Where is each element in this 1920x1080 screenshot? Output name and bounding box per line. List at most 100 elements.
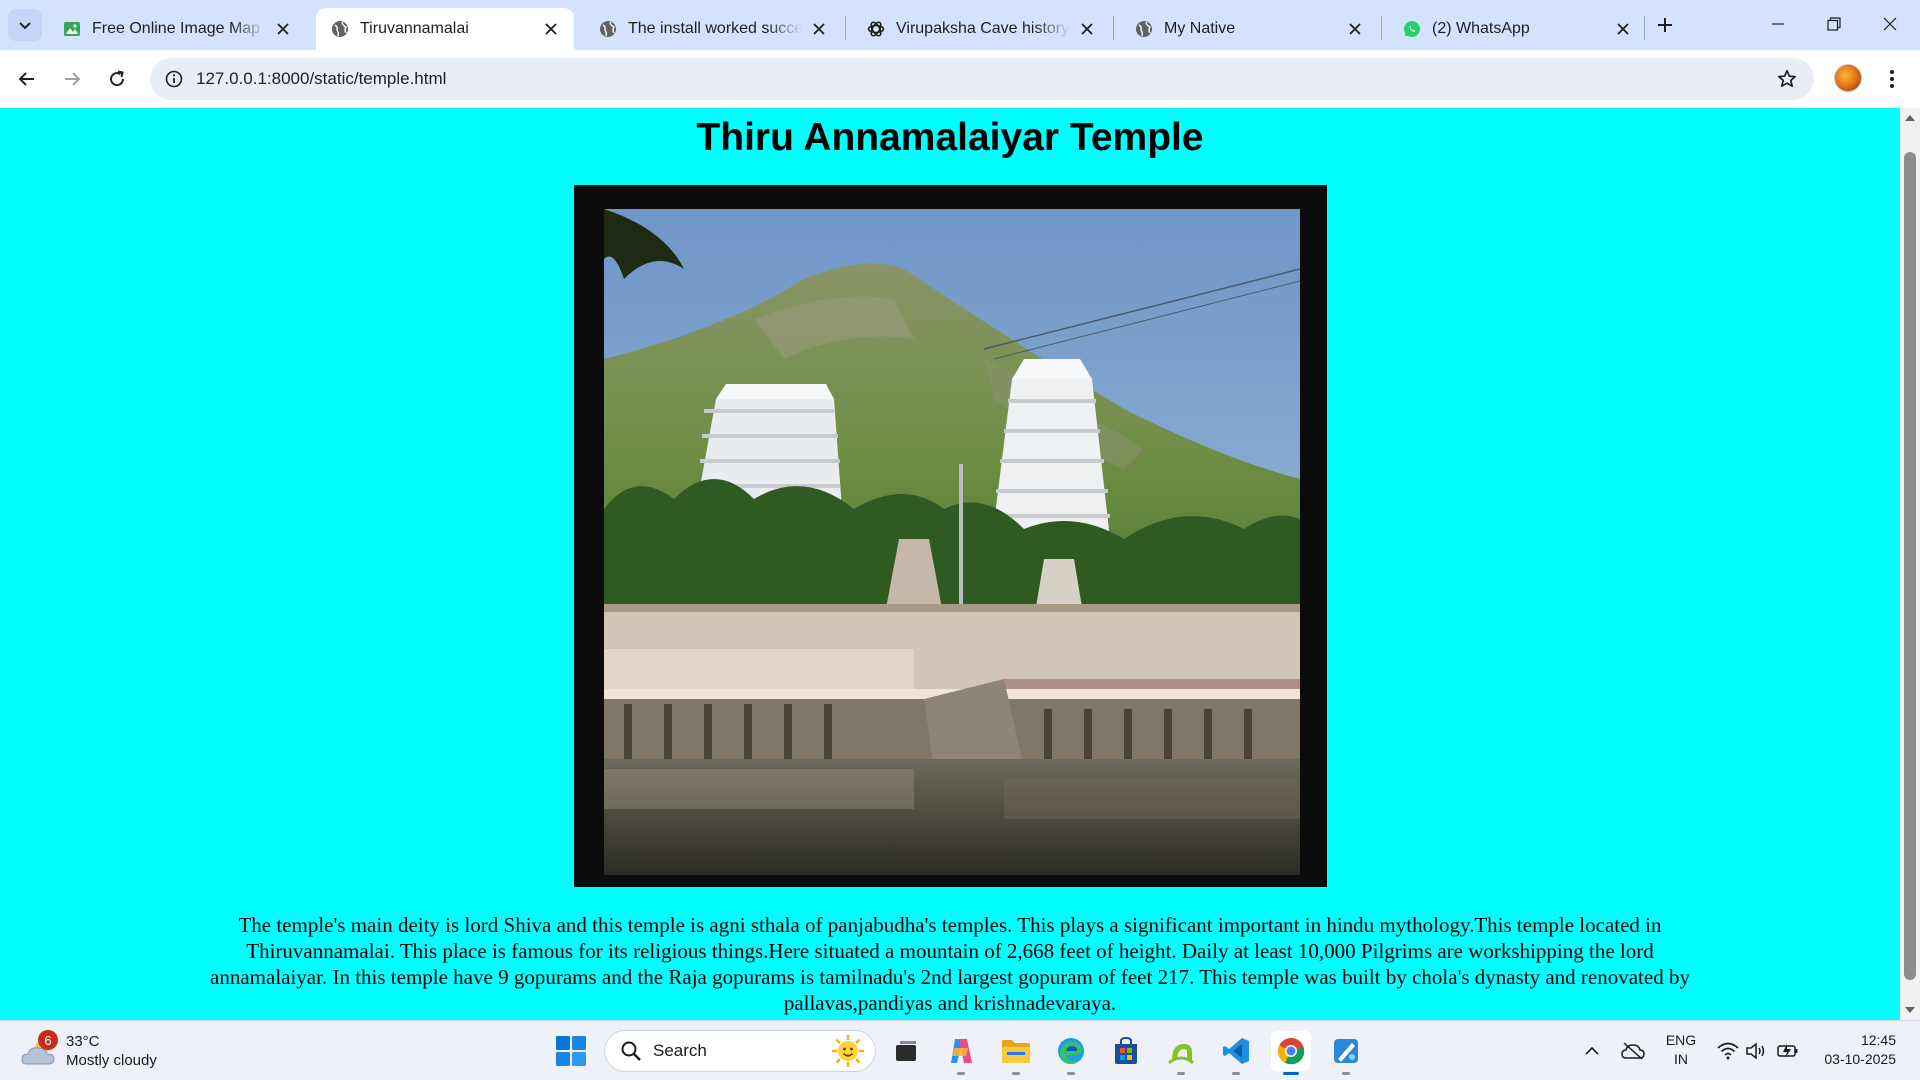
tab-my-native[interactable]: My Native bbox=[1120, 8, 1378, 50]
volume-tray[interactable] bbox=[1744, 1031, 1770, 1071]
tab-install-worked[interactable]: The install worked successfully! bbox=[584, 8, 842, 50]
show-hidden-icons-button[interactable] bbox=[1580, 1031, 1604, 1071]
restore-icon bbox=[1827, 17, 1841, 31]
temple-photo-frame bbox=[574, 185, 1327, 887]
speaker-icon bbox=[1746, 1042, 1765, 1060]
reload-icon bbox=[110, 70, 125, 87]
scroll-down-arrow-icon[interactable] bbox=[1900, 1002, 1920, 1018]
back-button[interactable] bbox=[10, 62, 44, 96]
language-indicator[interactable]: ENG IN bbox=[1664, 1031, 1698, 1069]
close-window-button[interactable] bbox=[1862, 0, 1918, 48]
android-studio-button[interactable] bbox=[1161, 1031, 1201, 1075]
chrome-icon bbox=[1277, 1037, 1305, 1065]
scroll-up-arrow-icon[interactable] bbox=[1900, 110, 1920, 126]
clock-date: 03-10-2025 bbox=[1824, 1051, 1896, 1067]
cloud-icon: 6 bbox=[20, 1030, 58, 1068]
tab-title: The install worked successfully! bbox=[628, 20, 802, 37]
folder-icon bbox=[1002, 1040, 1030, 1063]
tab-image-map[interactable]: Free Online Image Map Generator bbox=[48, 8, 306, 50]
weather-widget[interactable]: 6 33°C Mostly cloudy bbox=[20, 1029, 157, 1073]
new-tab-button[interactable] bbox=[1650, 10, 1680, 40]
minimize-button[interactable] bbox=[1750, 0, 1806, 48]
tab-strip: Free Online Image Map Generator Tiruvann… bbox=[0, 0, 1920, 50]
tab-separator bbox=[1113, 16, 1114, 40]
vs-code-button[interactable] bbox=[1216, 1031, 1256, 1075]
search-icon bbox=[619, 1039, 643, 1063]
globe-icon bbox=[598, 19, 618, 39]
menu-button[interactable] bbox=[1880, 64, 1904, 94]
globe-icon bbox=[1134, 19, 1154, 39]
chevron-down-icon bbox=[19, 22, 31, 30]
temple-photo bbox=[604, 209, 1300, 875]
more-vertical-icon bbox=[1890, 70, 1894, 88]
site-info-icon[interactable] bbox=[164, 69, 184, 89]
start-button[interactable] bbox=[555, 1035, 587, 1067]
close-icon[interactable] bbox=[540, 18, 562, 40]
task-view-icon bbox=[896, 1041, 916, 1061]
bookmark-star-icon[interactable] bbox=[1776, 68, 1798, 90]
file-explorer-button[interactable] bbox=[996, 1031, 1036, 1075]
tab-title: Free Online Image Map Generator bbox=[92, 20, 266, 37]
close-icon bbox=[1883, 17, 1897, 31]
temple-description: The temple's main deity is lord Shiva an… bbox=[210, 913, 1690, 1015]
copilot-button[interactable] bbox=[941, 1031, 981, 1075]
tab-separator bbox=[1644, 16, 1645, 40]
browser-toolbar: 127.0.0.1:8000/static/temple.html bbox=[0, 50, 1920, 108]
image-map-icon bbox=[62, 19, 82, 39]
close-icon[interactable] bbox=[808, 18, 830, 40]
scrollbar-thumb[interactable] bbox=[1904, 152, 1916, 980]
tab-tiruvannamalai[interactable]: Tiruvannamalai bbox=[316, 8, 574, 50]
tab-title: Virupaksha Cave history bbox=[896, 20, 1070, 37]
onedrive-tray[interactable] bbox=[1618, 1031, 1648, 1071]
taskbar-search[interactable]: Search bbox=[604, 1030, 876, 1072]
battery-charging-icon bbox=[1777, 1044, 1798, 1058]
task-view-button[interactable] bbox=[886, 1031, 926, 1071]
close-icon[interactable] bbox=[1612, 18, 1634, 40]
microsoft-store-button[interactable] bbox=[1106, 1031, 1146, 1071]
language-region: IN bbox=[1674, 1051, 1688, 1067]
clock-time: 12:45 bbox=[1860, 1032, 1896, 1048]
vs-code-icon bbox=[1223, 1038, 1249, 1064]
tab-whatsapp[interactable]: (2) WhatsApp bbox=[1388, 8, 1646, 50]
chrome-button[interactable] bbox=[1271, 1031, 1311, 1075]
close-icon[interactable] bbox=[1076, 18, 1098, 40]
tab-virupaksha-cave[interactable]: Virupaksha Cave history bbox=[852, 8, 1110, 50]
arrow-right-icon bbox=[65, 72, 81, 86]
language-code: ENG bbox=[1665, 1032, 1697, 1048]
arrow-left-icon bbox=[18, 72, 34, 86]
tab-separator bbox=[845, 16, 846, 40]
tab-title: (2) WhatsApp bbox=[1432, 20, 1530, 37]
tab-title: Tiruvannamalai bbox=[360, 20, 469, 37]
openai-icon bbox=[866, 19, 886, 39]
chevron-up-icon bbox=[1585, 1046, 1599, 1055]
system-clock[interactable]: 12:45 03-10-2025 bbox=[1810, 1031, 1896, 1069]
forward-button[interactable] bbox=[55, 62, 89, 96]
weather-temperature: 33°C bbox=[66, 1033, 100, 1050]
minimize-icon bbox=[1772, 23, 1784, 25]
plus-icon bbox=[1658, 18, 1672, 32]
tab-separator bbox=[1381, 16, 1382, 40]
page-scrollbar[interactable] bbox=[1900, 108, 1920, 1020]
reload-button[interactable] bbox=[100, 62, 134, 96]
url-text: 127.0.0.1:8000/static/temple.html bbox=[196, 69, 447, 88]
wifi-tray[interactable] bbox=[1714, 1031, 1742, 1071]
weather-condition: Mostly cloudy bbox=[66, 1052, 157, 1069]
close-icon[interactable] bbox=[1344, 18, 1366, 40]
profile-avatar[interactable] bbox=[1834, 64, 1862, 92]
copilot-icon bbox=[951, 1039, 972, 1063]
store-icon bbox=[1115, 1037, 1137, 1064]
android-studio-icon bbox=[1167, 1044, 1195, 1065]
close-icon[interactable] bbox=[272, 18, 294, 40]
tab-title: My Native bbox=[1164, 20, 1236, 37]
address-bar[interactable]: 127.0.0.1:8000/static/temple.html bbox=[150, 58, 1814, 100]
page-title: Thiru Annamalaiyar Temple bbox=[696, 116, 1204, 159]
battery-tray[interactable] bbox=[1774, 1031, 1802, 1071]
wifi-icon bbox=[1717, 1042, 1739, 1060]
paint-icon bbox=[1334, 1039, 1358, 1063]
edge-button[interactable] bbox=[1051, 1031, 1091, 1075]
weather-alert-badge: 6 bbox=[38, 1030, 58, 1050]
paint-app-button[interactable] bbox=[1326, 1031, 1366, 1075]
tab-search-button[interactable] bbox=[8, 9, 42, 41]
restore-button[interactable] bbox=[1806, 0, 1862, 48]
whatsapp-icon bbox=[1402, 19, 1422, 39]
